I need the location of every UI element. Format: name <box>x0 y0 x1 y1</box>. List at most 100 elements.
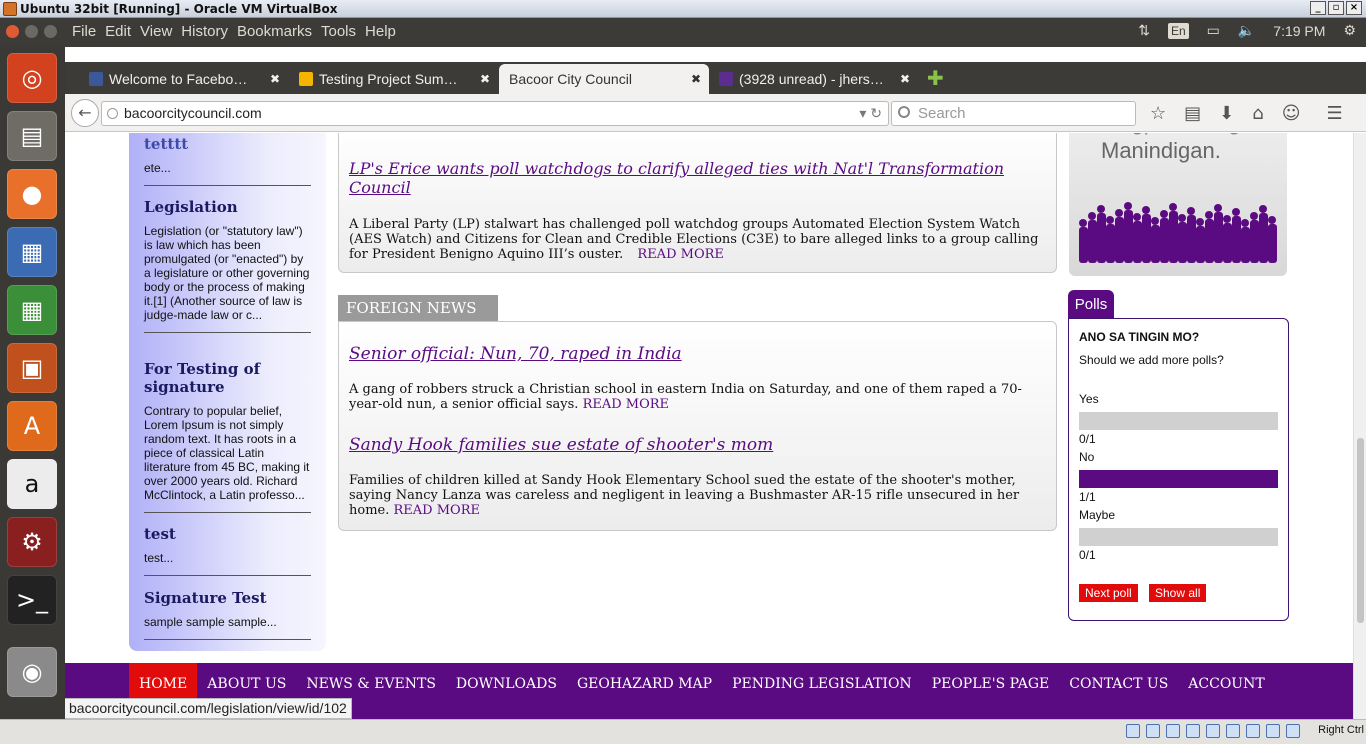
tab-close-icon[interactable]: ✖ <box>270 64 280 94</box>
menu-history[interactable]: History <box>181 23 228 40</box>
clock[interactable]: 7:19 PM <box>1273 23 1325 39</box>
back-button[interactable]: ← <box>71 99 99 127</box>
settings-gear-icon[interactable]: ⚙ <box>1343 22 1356 39</box>
next-poll-button[interactable]: Next poll <box>1079 584 1138 602</box>
reading-list-icon[interactable]: ▤ <box>1184 103 1201 124</box>
window-close-icon[interactable] <box>6 25 19 38</box>
writer-icon[interactable]: ▦ <box>7 227 57 277</box>
files-icon[interactable]: ▤ <box>7 111 57 161</box>
poll-count: 0/1 <box>1079 548 1096 562</box>
tab-facebook[interactable]: Welcome to Facebo… ✖ <box>83 64 288 94</box>
calc-icon[interactable]: ▦ <box>7 285 57 335</box>
entry-title[interactable]: Signature Test <box>144 589 311 607</box>
page-scrollbar[interactable] <box>1353 133 1366 719</box>
read-more-link[interactable]: READ MORE <box>637 247 723 262</box>
reload-icon[interactable]: ▾ ↻ <box>859 102 882 125</box>
bookmark-star-icon[interactable]: ☆ <box>1150 103 1166 124</box>
read-more-link[interactable]: READ MORE <box>583 397 669 412</box>
polls-tab[interactable]: Polls <box>1068 290 1114 319</box>
window-maximize-icon[interactable] <box>44 25 57 38</box>
terminal-icon[interactable]: >_ <box>7 575 57 625</box>
entry-title[interactable]: tetttt <box>144 135 311 153</box>
divider <box>144 575 311 576</box>
search-input[interactable]: Search <box>891 101 1136 126</box>
entry-body: ete... <box>144 161 171 175</box>
nav-contact-us[interactable]: CONTACT US <box>1059 663 1178 705</box>
entry-title[interactable]: Legislation <box>144 198 311 216</box>
news-body: A Liberal Party (LP) stalwart has challe… <box>349 217 1039 262</box>
entry-title[interactable]: test <box>144 525 311 543</box>
usb-icon[interactable] <box>1166 724 1180 738</box>
tab-close-icon[interactable]: ✖ <box>900 64 910 94</box>
banner-text: Magpakatatag.Manindigan. <box>1101 133 1247 163</box>
system-settings-icon[interactable]: ⚙ <box>7 517 57 567</box>
list-item: Signature Test sample sample sample... <box>144 589 311 640</box>
url-bar[interactable]: bacoorcitycouncil.com ▾ ↻ <box>101 101 889 126</box>
nav-account[interactable]: ACCOUNT <box>1178 663 1274 705</box>
hamburger-menu-icon[interactable]: ☰ <box>1326 103 1342 124</box>
nav-geohazard-map[interactable]: GEOHAZARD MAP <box>567 663 722 705</box>
tab-label: Welcome to Facebo… <box>109 71 248 87</box>
show-all-button[interactable]: Show all <box>1149 584 1207 602</box>
network-icon[interactable]: ⇅ <box>1138 22 1150 39</box>
entry-body: Legislation (or "statutory law") is law … <box>144 224 310 322</box>
entry-title[interactable]: For Testing of signature <box>144 360 311 396</box>
list-item: test test... <box>144 525 311 576</box>
menu-bookmarks[interactable]: Bookmarks <box>237 23 312 40</box>
nav-downloads[interactable]: DOWNLOADS <box>446 663 567 705</box>
nav-peoples-page[interactable]: PEOPLE'S PAGE <box>922 663 1060 705</box>
menu-view[interactable]: View <box>140 23 172 40</box>
menu-file[interactable]: File <box>72 23 96 40</box>
keyboard-layout-indicator[interactable]: En <box>1167 22 1189 39</box>
close-button[interactable]: × <box>1346 1 1362 15</box>
tab-drive[interactable]: Testing Project Sum… ✖ <box>293 64 498 94</box>
news-title-link[interactable]: Senior official: Nun, 70, raped in India <box>349 344 1039 364</box>
mouse-integration-icon[interactable] <box>1266 724 1280 738</box>
hdd-icon[interactable] <box>1126 724 1140 738</box>
impress-icon[interactable]: ▣ <box>7 343 57 393</box>
minimize-button[interactable]: _ <box>1310 1 1326 15</box>
scrollbar-thumb[interactable] <box>1357 438 1364 623</box>
download-icon[interactable]: ⬇ <box>1219 103 1234 124</box>
window-minimize-icon[interactable] <box>25 25 38 38</box>
disc-icon[interactable]: ◉ <box>7 647 57 697</box>
menu-edit[interactable]: Edit <box>105 23 131 40</box>
url-text: bacoorcitycouncil.com <box>124 105 262 121</box>
network-adapter-icon[interactable] <box>1186 724 1200 738</box>
entry-body: sample sample sample... <box>144 615 277 629</box>
ubuntu-dash-icon[interactable]: ◎ <box>7 53 57 103</box>
keyboard-capture-icon[interactable] <box>1286 724 1300 738</box>
tab-close-icon[interactable]: ✖ <box>691 64 701 94</box>
battery-icon[interactable]: ▭ <box>1207 22 1220 39</box>
chat-icon[interactable]: ☺ <box>1282 103 1301 124</box>
poll-count: 1/1 <box>1079 490 1096 504</box>
read-more-link[interactable]: READ MORE <box>394 503 480 518</box>
menu-tools[interactable]: Tools <box>321 23 356 40</box>
video-capture-icon[interactable] <box>1246 724 1260 738</box>
maximize-button[interactable]: ▫ <box>1328 1 1344 15</box>
news-body-text: A gang of robbers struck a Christian sch… <box>349 382 1022 412</box>
news-title-link[interactable]: Sandy Hook families sue estate of shoote… <box>349 435 1039 455</box>
home-icon[interactable]: ⌂ <box>1252 103 1263 124</box>
cd-icon[interactable] <box>1146 724 1160 738</box>
menu-help[interactable]: Help <box>365 23 396 40</box>
poll-bar <box>1079 412 1278 430</box>
nav-pending-legislation[interactable]: PENDING LEGISLATION <box>722 663 922 705</box>
poll-widget: ANO SA TINGIN MO? Should we add more pol… <box>1068 318 1289 621</box>
tab-bacoor[interactable]: Bacoor City Council ✖ <box>499 64 709 94</box>
display-icon[interactable] <box>1226 724 1240 738</box>
poll-option-label: Yes <box>1079 392 1099 406</box>
volume-icon[interactable]: 🔈 <box>1238 22 1255 39</box>
unity-launcher: ◎ ▤ ● ▦ ▦ ▣ A a ⚙ >_ ◉ <box>0 47 65 719</box>
divider <box>144 639 311 640</box>
news-title-link[interactable]: LP's Erice wants poll watchdogs to clari… <box>349 159 1039 197</box>
software-center-icon[interactable]: A <box>7 401 57 451</box>
firefox-icon[interactable]: ● <box>7 169 57 219</box>
shared-folder-icon[interactable] <box>1206 724 1220 738</box>
tab-mail[interactable]: (3928 unread) - jhers… ✖ <box>713 64 918 94</box>
amazon-icon[interactable]: a <box>7 459 57 509</box>
tab-close-icon[interactable]: ✖ <box>480 64 490 94</box>
vbox-statusbar: Right Ctrl <box>0 719 1366 744</box>
new-tab-icon[interactable]: ✚ <box>927 66 944 90</box>
divider <box>144 512 311 513</box>
